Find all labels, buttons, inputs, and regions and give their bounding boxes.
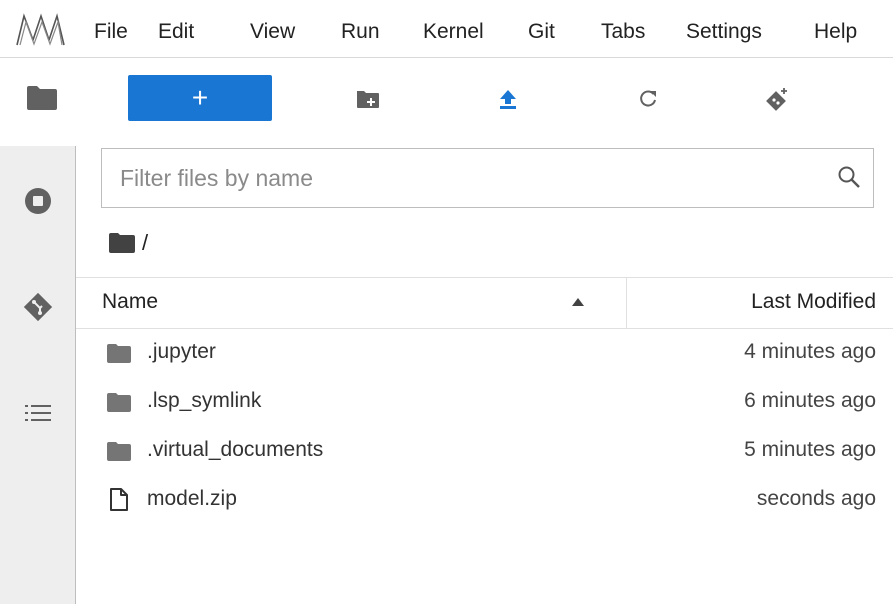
file-name: .virtual_documents xyxy=(147,438,324,461)
jupyter-logo-icon[interactable] xyxy=(14,12,66,48)
file-name: model.zip xyxy=(147,487,237,510)
menu-edit[interactable]: Edit xyxy=(158,20,194,44)
folder-icon xyxy=(107,393,131,412)
file-modified: 6 minutes ago xyxy=(744,389,876,412)
git-icon xyxy=(23,292,53,322)
git-tab[interactable] xyxy=(0,282,76,332)
menu-tabs[interactable]: Tabs xyxy=(601,20,645,44)
menu-run[interactable]: Run xyxy=(341,20,380,44)
git-clone-icon xyxy=(766,88,787,111)
file-icon xyxy=(110,488,128,511)
column-name-header[interactable]: Name xyxy=(102,290,158,314)
running-sessions-tab[interactable] xyxy=(0,176,76,226)
list-icon xyxy=(25,405,51,421)
file-name: .jupyter xyxy=(147,340,216,363)
listing-header: Name Last Modified xyxy=(76,277,893,329)
breadcrumb-path[interactable]: / xyxy=(142,230,148,256)
file-modified: 4 minutes ago xyxy=(744,340,876,363)
folder-icon[interactable] xyxy=(108,232,136,254)
new-launcher-button[interactable]: + xyxy=(128,75,272,121)
refresh-button[interactable] xyxy=(628,80,668,118)
filter-input[interactable] xyxy=(120,161,810,195)
menu-settings[interactable]: Settings xyxy=(686,20,762,44)
file-browser-tab[interactable] xyxy=(0,58,76,144)
column-divider[interactable] xyxy=(626,278,627,328)
menu-kernel[interactable]: Kernel xyxy=(423,20,484,44)
filter-box xyxy=(101,148,874,208)
upload-button[interactable] xyxy=(488,80,528,118)
table-row[interactable]: model.zip seconds ago xyxy=(76,477,893,525)
table-of-contents-tab[interactable] xyxy=(0,388,76,438)
column-last-modified-header[interactable]: Last Modified xyxy=(751,290,876,314)
new-folder-button[interactable] xyxy=(348,80,388,118)
folder-icon xyxy=(27,86,57,110)
upload-icon xyxy=(500,90,516,109)
table-row[interactable]: .jupyter 4 minutes ago xyxy=(76,330,893,378)
file-modified: 5 minutes ago xyxy=(744,438,876,461)
table-row[interactable]: .virtual_documents 5 minutes ago xyxy=(76,428,893,476)
sort-ascending-icon[interactable] xyxy=(571,297,585,307)
plus-label: + xyxy=(191,82,209,113)
search-icon[interactable] xyxy=(837,165,861,189)
breadcrumb: / xyxy=(108,228,148,258)
menu-help[interactable]: Help xyxy=(814,20,857,44)
file-modified: seconds ago xyxy=(756,487,876,510)
table-row[interactable]: .lsp_symlink 6 minutes ago xyxy=(76,379,893,427)
activity-bar xyxy=(0,146,76,604)
file-name: .lsp_symlink xyxy=(147,389,262,412)
refresh-icon xyxy=(640,90,656,107)
menu-file[interactable]: File xyxy=(94,20,128,44)
folder-icon xyxy=(107,344,131,363)
git-clone-button[interactable] xyxy=(756,80,796,118)
stop-circle-icon xyxy=(25,188,51,214)
folder-icon xyxy=(107,442,131,461)
new-folder-icon xyxy=(357,91,379,108)
menu-view[interactable]: View xyxy=(250,20,295,44)
menu-bar: File Edit View Run Kernel Git Tabs Setti… xyxy=(0,0,893,58)
menu-git[interactable]: Git xyxy=(528,20,555,44)
